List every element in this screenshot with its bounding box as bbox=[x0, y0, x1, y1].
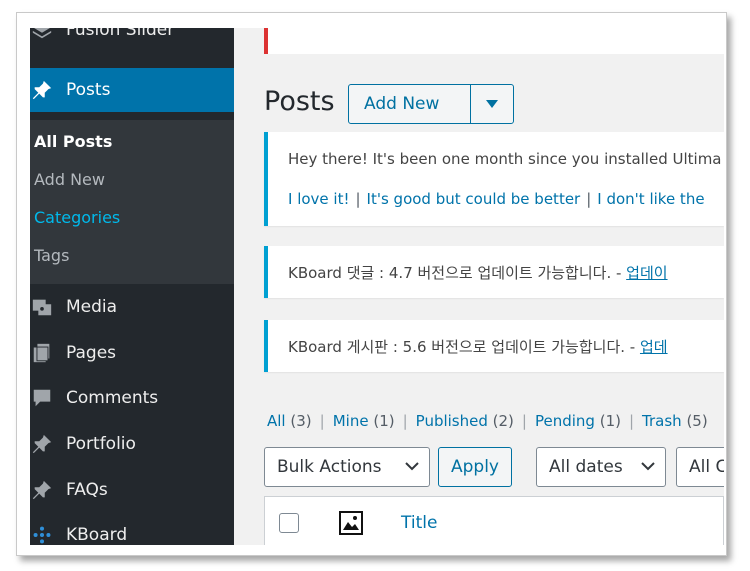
update-link[interactable]: 업데 bbox=[640, 338, 668, 356]
categories-filter-select[interactable]: All C bbox=[676, 447, 724, 487]
notice-message: KBoard 댓글 : 4.7 버전으로 업데이트 가능합니다. - bbox=[288, 264, 627, 282]
submenu-item-tags[interactable]: Tags bbox=[34, 246, 69, 265]
sidebar-item-portfolio[interactable]: Portfolio bbox=[30, 424, 234, 464]
chevron-down-icon bbox=[641, 462, 655, 471]
bulk-actions-select[interactable]: Bulk Actions bbox=[264, 447, 430, 487]
posts-submenu: All Posts Add New Categories Tags bbox=[30, 120, 234, 284]
filter-pending[interactable]: Pending (1) bbox=[535, 412, 621, 430]
kboard-board-update-notice: KBoard 게시판 : 5.6 버전으로 업데이트 가능합니다. - 업데 bbox=[264, 320, 724, 372]
bulk-actions-value: Bulk Actions bbox=[277, 457, 382, 477]
sidebar-item-label: Comments bbox=[66, 388, 159, 408]
caret-down-icon bbox=[486, 100, 498, 108]
error-notice bbox=[264, 28, 724, 54]
sidebar-item-pages[interactable]: Pages bbox=[30, 333, 234, 373]
sidebar-item-label: Portfolio bbox=[66, 434, 136, 454]
notice-text: Hey there! It's been one month since you… bbox=[288, 150, 722, 168]
sidebar-item-posts[interactable]: Posts bbox=[30, 68, 234, 112]
filter-trash[interactable]: Trash (5) bbox=[642, 412, 708, 430]
filter-mine[interactable]: Mine (1) bbox=[333, 412, 395, 430]
status-filter-links: All (3) | Mine (1) | Published (2) | Pending (… bbox=[267, 412, 708, 430]
dates-filter-select[interactable]: All dates bbox=[536, 447, 666, 487]
media-icon bbox=[30, 295, 54, 319]
posts-table-header: Title bbox=[264, 496, 724, 545]
sidebar-item-label: Pages bbox=[66, 343, 117, 363]
sidebar-item-kboard[interactable]: KBoard bbox=[30, 515, 234, 545]
dont-like-link[interactable]: I don't like the bbox=[597, 190, 704, 208]
kboard-dots-icon bbox=[30, 523, 54, 545]
filter-all[interactable]: All (3) bbox=[267, 412, 312, 430]
add-new-dropdown-toggle[interactable] bbox=[471, 85, 513, 123]
filter-published[interactable]: Published (2) bbox=[416, 412, 514, 430]
add-new-button[interactable]: Add New bbox=[349, 85, 471, 123]
apply-button[interactable]: Apply bbox=[438, 447, 512, 487]
dates-filter-value: All dates bbox=[549, 457, 623, 477]
pushpin-icon bbox=[30, 78, 54, 102]
sidebar-item-fusion-slider[interactable]: Fusion Slider bbox=[30, 28, 234, 50]
sidebar-item-label: Media bbox=[66, 297, 118, 317]
layers-icon bbox=[30, 28, 54, 42]
sidebar-item-faqs[interactable]: FAQs bbox=[30, 470, 234, 510]
submenu-item-categories[interactable]: Categories bbox=[34, 208, 120, 227]
categories-filter-value: All C bbox=[689, 457, 724, 477]
comment-bubble-icon bbox=[30, 386, 54, 410]
title-column-header[interactable]: Title bbox=[401, 513, 437, 533]
notice-text: KBoard 댓글 : 4.7 버전으로 업데이트 가능합니다. - 업데이 bbox=[288, 262, 668, 283]
chevron-down-icon bbox=[405, 462, 419, 471]
sidebar-item-label: Posts bbox=[66, 80, 111, 100]
separator: | bbox=[586, 190, 592, 208]
pushpin-icon bbox=[30, 432, 54, 456]
sidebar-item-label: FAQs bbox=[66, 480, 108, 500]
notice-text: KBoard 게시판 : 5.6 버전으로 업데이트 가능합니다. - 업데 bbox=[288, 336, 668, 357]
notice-links: I love it! | It's good but could be better… bbox=[288, 190, 705, 208]
update-link[interactable]: 업데이 bbox=[626, 264, 667, 282]
main-content: Posts Add New Hey there! It's been one m… bbox=[234, 28, 724, 545]
pushpin-icon bbox=[30, 478, 54, 502]
sidebar-item-label: KBoard bbox=[66, 525, 128, 545]
love-it-link[interactable]: I love it! bbox=[288, 190, 349, 208]
wp-admin-viewport: Fusion Slider Posts All Posts Add New Ca… bbox=[30, 28, 724, 545]
add-new-split-button: Add New bbox=[348, 84, 514, 124]
submenu-item-add-new[interactable]: Add New bbox=[34, 170, 105, 189]
separator: | bbox=[355, 190, 361, 208]
notice-message: KBoard 게시판 : 5.6 버전으로 업데이트 가능합니다. - bbox=[288, 338, 640, 356]
sidebar-item-media[interactable]: Media bbox=[30, 287, 234, 327]
could-be-better-link[interactable]: It's good but could be better bbox=[367, 190, 581, 208]
sidebar-item-label: Fusion Slider bbox=[66, 28, 175, 40]
submenu-item-all-posts[interactable]: All Posts bbox=[34, 132, 112, 151]
kboard-comments-update-notice: KBoard 댓글 : 4.7 버전으로 업데이트 가능합니다. - 업데이 bbox=[264, 246, 724, 298]
feedback-notice: Hey there! It's been one month since you… bbox=[264, 132, 724, 226]
admin-sidebar: Fusion Slider Posts All Posts Add New Ca… bbox=[30, 28, 234, 545]
image-icon bbox=[339, 511, 363, 535]
page-title: Posts bbox=[264, 86, 335, 117]
select-all-checkbox[interactable] bbox=[279, 513, 299, 533]
pages-icon bbox=[30, 341, 54, 365]
sidebar-item-comments[interactable]: Comments bbox=[30, 378, 234, 418]
